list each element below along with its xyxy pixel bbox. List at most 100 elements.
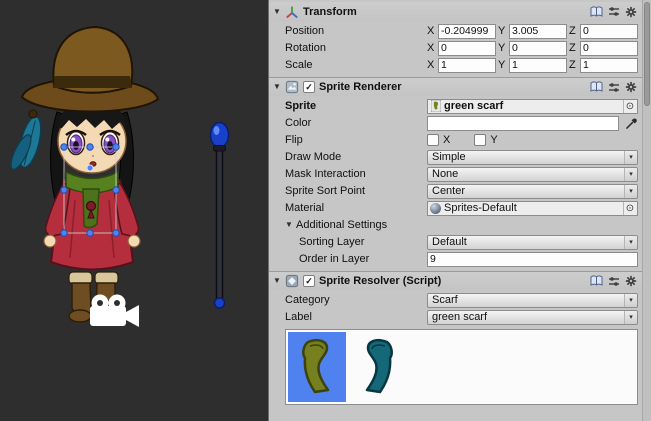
draw-mode-label: Draw Mode [285,151,427,163]
position-z-field[interactable] [580,24,638,39]
green-scarf-thumbnail [294,338,340,396]
sprite-thumbnail-icon [430,100,441,112]
order-in-layer-label: Order in Layer [285,253,427,265]
chevron-down-icon: ▾ [624,236,637,249]
scene-view[interactable] [0,0,268,421]
category-label: Category [285,294,427,306]
help-icon[interactable] [590,6,603,18]
sprite-renderer-icon [284,79,300,95]
order-in-layer-field[interactable] [427,252,638,267]
label-row: Label green scarf ▾ [269,309,651,325]
foldout-open-icon[interactable]: ▼ [273,83,284,91]
sprite-object-field[interactable]: green scarf ⊙ [427,99,638,114]
label-value: green scarf [432,311,624,323]
chevron-down-icon: ▾ [624,151,637,164]
scale-y-field[interactable] [509,58,567,73]
position-y-field[interactable] [509,24,567,39]
object-picker-icon[interactable]: ⊙ [623,202,636,215]
sprite-resolver-icon [284,273,300,289]
material-object-field[interactable]: Sprites-Default ⊙ [427,201,638,216]
help-icon[interactable] [590,275,603,287]
object-picker-icon[interactable]: ⊙ [623,100,636,113]
mask-interaction-row: Mask Interaction None ▾ [269,166,651,182]
draw-mode-row: Draw Mode Simple ▾ [269,149,651,165]
sorting-layer-row: Sorting Layer Default ▾ [269,234,651,250]
transform-icon [284,4,300,20]
category-row: Category Scarf ▾ [269,292,651,308]
sorting-layer-dropdown[interactable]: Default ▾ [427,235,638,250]
presets-icon[interactable] [608,82,620,93]
sprite-renderer-enabled-checkbox[interactable]: ✓ [303,81,315,93]
rotation-y-field[interactable] [509,41,567,56]
position-row: Position X Y Z [269,23,651,39]
help-icon[interactable] [590,81,603,93]
sprite-value: green scarf [444,100,620,112]
axis-z-label: Z [569,59,578,71]
sprite-resolver-title: Sprite Resolver (Script) [319,275,441,287]
scale-label: Scale [285,59,427,71]
flip-label: Flip [285,134,427,146]
rotation-row: Rotation X Y Z [269,40,651,56]
sprite-renderer-header[interactable]: ▼ ✓ Sprite Renderer [269,77,651,96]
category-dropdown[interactable]: Scarf ▾ [427,293,638,308]
sprite-label: Sprite [285,100,427,112]
draw-mode-dropdown[interactable]: Simple ▾ [427,150,638,165]
sprite-sort-point-row: Sprite Sort Point Center ▾ [269,183,651,199]
sprite-sort-point-value: Center [432,185,624,197]
gear-icon[interactable] [625,275,637,287]
sprite-variant-green-scarf[interactable] [288,332,346,402]
material-row: Material Sprites-Default ⊙ [269,200,651,216]
position-x-field[interactable] [438,24,496,39]
presets-icon[interactable] [608,276,620,287]
gear-icon[interactable] [625,6,637,18]
presets-icon[interactable] [608,6,620,17]
flip-y-checkbox[interactable] [474,134,486,146]
scrollbar-thumb[interactable] [644,2,650,106]
eyedropper-icon[interactable] [624,116,638,130]
additional-settings-row[interactable]: ▼ Additional Settings [269,217,651,233]
color-swatch[interactable] [427,116,619,131]
teal-scarf-thumbnail [355,338,401,396]
sprite-variant-teal-scarf[interactable] [349,332,407,402]
axis-x-label: X [427,42,436,54]
foldout-open-icon[interactable]: ▼ [273,8,284,16]
chevron-down-icon: ▾ [624,311,637,324]
label-dropdown[interactable]: green scarf ▾ [427,310,638,325]
category-value: Scarf [432,294,624,306]
rotation-z-field[interactable] [580,41,638,56]
axis-z-label: Z [569,25,578,37]
gear-icon[interactable] [625,81,637,93]
transform-header[interactable]: ▼ Transform [269,2,651,21]
check-icon: ✓ [305,277,313,286]
chevron-down-icon: ▾ [624,168,637,181]
sprite-sort-point-dropdown[interactable]: Center ▾ [427,184,638,199]
check-icon: ✓ [305,83,313,92]
axis-y-label: Y [498,25,507,37]
unity-editor-window: ▼ Transform Position X Y Z Rotat [0,0,651,421]
order-in-layer-row: Order in Layer [269,251,651,267]
foldout-open-icon[interactable]: ▼ [273,277,284,285]
inspector-scrollbar[interactable] [642,0,651,421]
flip-row: Flip X Y [269,132,651,148]
position-label: Position [285,25,427,37]
color-row: Color [269,115,651,131]
mask-interaction-label: Mask Interaction [285,168,427,180]
label-label: Label [285,311,427,323]
additional-settings-label: Additional Settings [296,219,387,231]
flip-x-checkbox[interactable] [427,134,439,146]
rotation-x-field[interactable] [438,41,496,56]
sprite-resolver-enabled-checkbox[interactable]: ✓ [303,275,315,287]
sprite-sort-point-label: Sprite Sort Point [285,185,427,197]
mask-interaction-value: None [432,168,624,180]
sprite-resolver-header[interactable]: ▼ ✓ Sprite Resolver (Script) [269,271,651,290]
sprite-variant-grid [285,329,638,405]
scale-z-field[interactable] [580,58,638,73]
transform-title: Transform [303,6,357,18]
mask-interaction-dropdown[interactable]: None ▾ [427,167,638,182]
foldout-open-icon[interactable]: ▼ [285,221,296,229]
scale-x-field[interactable] [438,58,496,73]
axis-y-label: Y [498,59,507,71]
chevron-down-icon: ▾ [624,294,637,307]
sprite-renderer-title: Sprite Renderer [319,81,402,93]
flip-y-label: Y [490,134,497,146]
